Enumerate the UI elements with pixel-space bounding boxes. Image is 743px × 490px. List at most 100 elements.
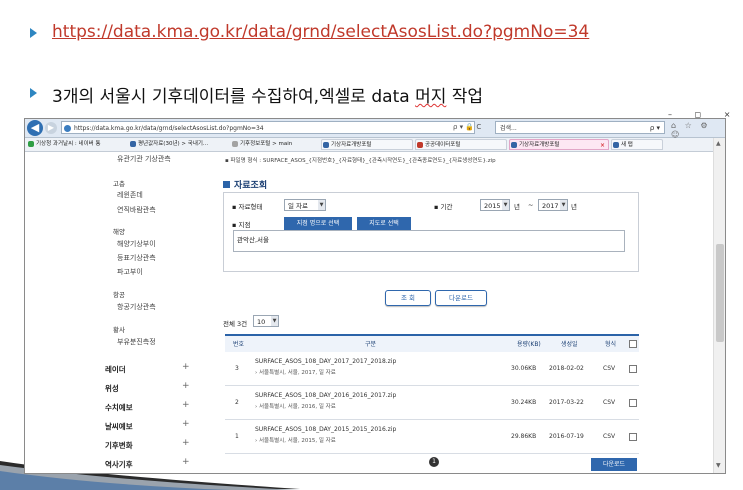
sidebar-item[interactable]: 등표기상관측 — [117, 253, 156, 263]
row-checkbox[interactable] — [629, 399, 637, 407]
row-date: 2017-03-22 — [549, 399, 584, 406]
sidebar-item[interactable]: 해양기상부이 — [117, 239, 156, 249]
expand-icon[interactable]: + — [182, 400, 190, 410]
scroll-thumb[interactable] — [716, 244, 724, 342]
tab-label: 기후정보포털 > main — [240, 141, 293, 147]
forward-button[interactable]: ▶ — [45, 122, 57, 134]
expand-icon[interactable]: + — [182, 362, 190, 372]
sidebar-item[interactable]: 레윈존데 — [117, 190, 143, 200]
row-checkbox[interactable] — [629, 365, 637, 373]
station-field[interactable]: 관악산,서울 — [233, 230, 625, 252]
row-format: CSV — [603, 399, 616, 406]
sidebar-item[interactable]: 부유분진측정 — [117, 337, 156, 347]
range-tilde: ~ — [528, 201, 534, 209]
caption-prefix: 3개의 서울시 기후데이터를 수집하여,엑셀로 data — [52, 87, 416, 107]
data-type-select[interactable]: 일 자료 ▼ — [284, 199, 326, 211]
page-size-value: 10 — [257, 318, 266, 326]
tab-label: 기상자료개방포털 — [331, 142, 372, 148]
section-title: 자료조회 — [223, 178, 267, 191]
table-row[interactable]: 1 SURFACE_ASOS_108_DAY_2015_2015_2016.zi… — [225, 420, 639, 454]
url-text: https://data.kma.go.kr/data/grnd/selectA… — [74, 125, 264, 132]
row-file-name[interactable]: SURFACE_ASOS_108_DAY_2016_2016_2017.zip — [255, 392, 396, 399]
tab-kma-open-data-active[interactable]: 기상자료개방포털 × — [509, 139, 609, 150]
table-row[interactable]: 2 SURFACE_ASOS_108_DAY_2016_2016_2017.zi… — [225, 386, 639, 420]
table-row[interactable]: 3 SURFACE_ASOS_108_DAY_2017_2017_2018.zi… — [225, 352, 639, 386]
close-tab-icon[interactable]: × — [600, 140, 605, 151]
main-content: ▪ 파일명 형식 : SURFACE_ASOS_{지점번호}_{자료형태}_{관… — [221, 152, 711, 473]
select-all-checkbox[interactable] — [629, 340, 637, 348]
chevron-down-icon: ▼ — [271, 316, 278, 326]
chevron-down-icon: ▼ — [318, 200, 325, 210]
select-by-map-button[interactable]: 지도로 선택 — [357, 217, 411, 230]
scroll-down-icon[interactable]: ▼ — [716, 462, 721, 469]
total-count: 전체 3건 — [223, 320, 248, 328]
page-number[interactable]: 1 — [429, 457, 439, 467]
bottom-download-button[interactable]: 다운로드 — [591, 458, 637, 471]
section-title-text: 자료조회 — [234, 181, 268, 191]
download-button[interactable]: 다운로드 — [435, 290, 487, 306]
tab-new[interactable]: 새 탭 — [611, 139, 663, 150]
row-date: 2016-07-19 — [549, 433, 584, 440]
kma-link[interactable]: https://data.kma.go.kr/data/grnd/selectA… — [52, 22, 589, 42]
sidebar-group-nwp[interactable]: 수치예보 — [105, 402, 133, 413]
tab-kma-open-data[interactable]: 기상자료개방포털 — [321, 139, 413, 150]
tab-label: 공공데이터포털 — [425, 142, 461, 148]
sidebar-item[interactable]: 연직바람관측 — [117, 205, 156, 215]
row-date: 2018-02-02 — [549, 365, 584, 372]
row-file-name[interactable]: SURFACE_ASOS_108_DAY_2017_2017_2018.zip — [255, 358, 396, 365]
toolbar-icons[interactable]: ⌂ ☆ ⚙ ☺ — [671, 121, 725, 139]
search-button[interactable]: 조 회 — [385, 290, 431, 306]
favicon-icon — [323, 142, 329, 148]
tab-climate-portal[interactable]: 기후정보포털 > main — [231, 139, 292, 150]
row-size: 30.24KB — [511, 399, 537, 406]
select-by-name-button[interactable]: 지점 명으로 선택 — [284, 217, 352, 230]
column-header: 번호 — [233, 341, 245, 348]
sidebar-group-forecast[interactable]: 날씨예보 — [105, 421, 133, 432]
favicon-icon — [511, 142, 517, 148]
sidebar-group-satellite[interactable]: 위성 — [105, 383, 119, 394]
chevron-down-icon: ▼ — [502, 200, 509, 210]
start-year-value: 2015 — [484, 202, 501, 210]
expand-icon[interactable]: + — [182, 419, 190, 429]
column-header: 용량(KB) — [517, 341, 541, 348]
station-label: ▪ 지점 — [232, 221, 251, 229]
tab-naver-weather[interactable]: 기상청 과거날씨 : 네이버 통 — [27, 139, 101, 150]
row-file-name[interactable]: SURFACE_ASOS_108_DAY_2015_2015_2016.zip — [255, 426, 396, 433]
sidebar-item[interactable]: 항공기상관측 — [117, 302, 156, 312]
end-year-select[interactable]: 2017 ▼ — [538, 199, 568, 211]
scroll-up-icon[interactable]: ▲ — [716, 140, 721, 147]
page-size-select[interactable]: 10 ▼ — [253, 315, 279, 327]
expand-icon[interactable]: + — [182, 381, 190, 391]
url-action-icons[interactable]: ρ ▾ 🔒 C — [453, 121, 481, 134]
year-unit: 년 — [571, 203, 577, 211]
globe-icon — [64, 125, 71, 132]
sidebar-group-historical-climate[interactable]: 역사기후 — [105, 459, 133, 470]
column-header: 형식 — [605, 341, 617, 348]
window-controls[interactable]: – ◻ × — [668, 110, 740, 119]
row-format: CSV — [603, 433, 616, 440]
search-input[interactable]: 검색... ρ ▾ — [495, 121, 665, 134]
row-checkbox[interactable] — [629, 433, 637, 441]
favicon-icon — [130, 141, 136, 147]
start-year-select[interactable]: 2015 ▼ — [480, 199, 510, 211]
row-description: › 서울특별시, 서울, 2015, 일 자료 — [255, 438, 336, 444]
row-size: 29.86KB — [511, 433, 537, 440]
back-button[interactable]: ◀ — [27, 120, 43, 136]
row-number: 1 — [235, 433, 239, 440]
search-icon[interactable]: ρ ▾ — [650, 122, 660, 135]
data-type-label: ▪ 자료형태 — [232, 203, 263, 211]
url-field[interactable]: https://data.kma.go.kr/data/grnd/selectA… — [61, 121, 475, 134]
tab-public-data-portal[interactable]: 공공데이터포털 — [415, 139, 507, 150]
vertical-scrollbar[interactable]: ▲ ▼ — [713, 138, 725, 473]
expand-icon[interactable]: + — [182, 438, 190, 448]
sidebar-group-radar[interactable]: 레이더 — [105, 364, 126, 375]
sidebar-section: 황사 — [113, 326, 125, 334]
sidebar-group-climate-change[interactable]: 기후변화 — [105, 440, 133, 451]
sidebar-item[interactable]: 파고부이 — [117, 267, 143, 277]
expand-icon[interactable]: + — [182, 457, 190, 467]
tab-label: 새 탭 — [621, 142, 633, 148]
tab-normal-values[interactable]: 평년값자료(30년) > 국내기... — [129, 139, 208, 150]
sidebar-item[interactable]: 유관기관 기상관측 — [117, 154, 171, 164]
sidebar-section: 고층 — [113, 180, 125, 188]
favicon-icon — [28, 141, 34, 147]
